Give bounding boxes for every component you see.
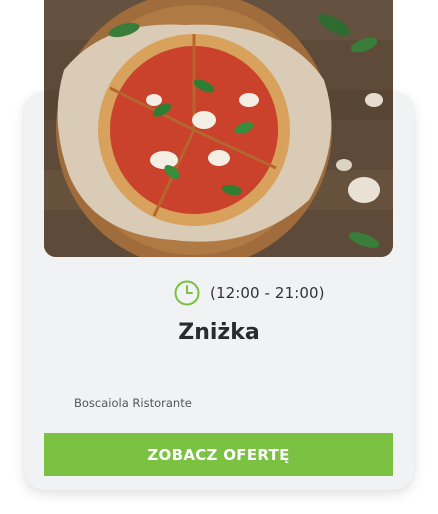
clock-icon	[174, 280, 200, 306]
opening-hours: (12:00 - 21:00)	[174, 280, 325, 306]
hours-text: (12:00 - 21:00)	[210, 284, 325, 302]
offer-title: Zniżka	[178, 320, 260, 345]
restaurant-name: Boscaiola Ristorante	[74, 396, 192, 410]
view-offer-button[interactable]: ZOBACZ OFERTĘ	[44, 433, 393, 476]
pizza-photo	[44, 0, 393, 257]
